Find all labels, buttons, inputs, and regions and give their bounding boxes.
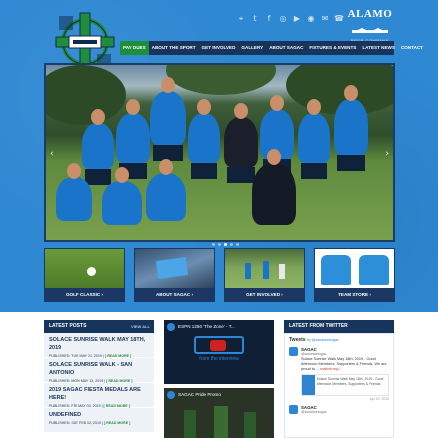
post-title[interactable]: SOLACE SUNRISE WALK MAY 18TH, 2019 xyxy=(49,336,149,352)
sponsor-building-icon xyxy=(352,28,388,33)
latest-posts-title: LATEST POSTS xyxy=(49,323,87,329)
main-nav: PAY DUES ABOUT THE SPORT GET INVOLVED GA… xyxy=(120,41,423,55)
nav-gallery[interactable]: GALLERY xyxy=(238,41,266,55)
slider-prev-arrow[interactable]: ‹ xyxy=(50,149,54,159)
tile-team-store[interactable]: TEAM STORE › xyxy=(314,248,395,302)
nav-get-involved[interactable]: GET INVOLVED xyxy=(199,41,239,55)
player-figure xyxy=(188,99,220,179)
slider-next-arrow[interactable]: › xyxy=(385,149,389,159)
sponsor-logo[interactable]: ALAMO BEER COMPANY xyxy=(344,8,396,43)
slider-dot[interactable] xyxy=(218,243,221,246)
tweet-date: Apr 20, 2019 xyxy=(369,397,389,401)
tweet-handle: @sanantoniogac xyxy=(301,352,327,356)
twitter-panel: LATEST FROM TWITTER Tweets by @sanantoni… xyxy=(284,320,394,438)
player-figure xyxy=(56,163,92,221)
slider-dot[interactable] xyxy=(230,243,233,246)
nav-fixtures-events[interactable]: FIXTURES & EVENTS xyxy=(306,41,359,55)
latest-posts-header: LATEST POSTS VIEW ALL xyxy=(44,320,154,333)
video-title[interactable]: SAGAC Pride Promo xyxy=(164,388,274,401)
video-embed[interactable]: ESPN 1250 'The Zone' - T... from the int… xyxy=(164,320,274,384)
mail-icon[interactable]: ✉ xyxy=(320,14,330,24)
avatar xyxy=(289,405,298,414)
tree-shape xyxy=(166,65,276,95)
map-icon[interactable]: ◉ xyxy=(306,14,316,24)
hero-slider[interactable]: ‹ › xyxy=(44,63,395,242)
post-item[interactable]: SOLACE SUNRISE WALK - SAN ANTONIO PUBLIS… xyxy=(44,358,154,383)
nav-latest-news[interactable]: LATEST NEWS xyxy=(359,41,398,55)
twitter-header: LATEST FROM TWITTER xyxy=(284,320,394,333)
slider-dots xyxy=(212,243,239,246)
tile-label: GET INVOLVED › xyxy=(225,288,304,301)
sponsor-name: ALAMO xyxy=(347,8,393,20)
player-figure xyxy=(150,77,186,161)
player-figure xyxy=(298,99,330,179)
nav-pay-dues[interactable]: PAY DUES xyxy=(120,41,149,55)
tile-image xyxy=(45,249,124,290)
read-more-link[interactable]: [ READ MORE ] xyxy=(106,379,132,383)
tile-image xyxy=(315,249,394,290)
nav-about-the-sport[interactable]: ABOUT THE SPORT xyxy=(149,41,199,55)
latest-posts-panel: LATEST POSTS VIEW ALL SOLACE SUNRISE WAL… xyxy=(44,320,154,433)
player-figure xyxy=(146,159,186,221)
player-figure xyxy=(116,99,150,179)
player-figure xyxy=(334,85,368,171)
read-more-link[interactable]: [ READ MORE ] xyxy=(105,354,131,358)
nav-about-sagac[interactable]: ABOUT SAGAC xyxy=(266,41,306,55)
instagram-icon[interactable]: ◎ xyxy=(278,14,288,24)
tile-get-involved[interactable]: GET INVOLVED › xyxy=(224,248,305,302)
slider-dot-active[interactable] xyxy=(224,243,227,246)
tweet-card-image xyxy=(302,375,315,395)
slider-dot[interactable] xyxy=(236,243,239,246)
facebook-icon[interactable]: f xyxy=(264,14,274,24)
avatar xyxy=(289,347,298,356)
social-links: ⌖ t f ◎ ▶ ◉ ✉ ☎ xyxy=(236,14,344,24)
video-embed[interactable]: SAGAC Pride Promo xyxy=(164,388,274,438)
post-title[interactable]: UNDEFINED xyxy=(49,411,149,419)
tile-golf-classic[interactable]: GOLF CLASSIC › xyxy=(44,248,125,302)
youtube-icon[interactable]: ▶ xyxy=(292,14,302,24)
post-item[interactable]: UNDEFINED PUBLISHED: SAT FEB 02, 2019 | … xyxy=(44,408,154,433)
read-more-link[interactable]: [ READ MORE ] xyxy=(104,404,130,408)
tweet[interactable]: SAGAC @sanantoniogac xyxy=(289,405,389,414)
video-caption: from the interview xyxy=(199,356,239,362)
player-figure xyxy=(224,103,258,183)
tile-label: TEAM STORE › xyxy=(315,288,394,301)
post-title[interactable]: SOLACE SUNRISE WALK - SAN ANTONIO xyxy=(49,361,149,377)
tree-shape xyxy=(46,65,126,125)
phone-icon[interactable]: ☎ xyxy=(334,14,344,24)
post-meta: PUBLISHED: SAT FEB 02, 2019 | [ READ MOR… xyxy=(49,421,131,425)
tweet-text: Solace Sunrise Walk May 18th, 2019 - Goo… xyxy=(301,357,387,371)
slider-dot[interactable] xyxy=(212,243,215,246)
player-figure xyxy=(82,109,114,185)
view-all-link[interactable]: VIEW ALL xyxy=(131,320,150,333)
tweet-card-text: Solace Sunrise Walk May 18th, 2019 - Goo… xyxy=(316,377,384,386)
tweet-link[interactable]: mailchi.mp/... xyxy=(320,367,342,371)
post-item[interactable]: SOLACE SUNRISE WALK MAY 18TH, 2019 PUBLI… xyxy=(44,333,154,358)
tweet[interactable]: SAGAC @sanantoniogac Solace Sunrise Walk… xyxy=(289,347,389,401)
tile-image xyxy=(225,249,304,290)
tile-label: GOLF CLASSIC › xyxy=(45,288,124,301)
tweet-card[interactable]: Solace Sunrise Walk May 18th, 2019 - Goo… xyxy=(301,374,389,396)
player-figure xyxy=(252,149,296,225)
nav-contact[interactable]: CONTACT xyxy=(398,41,426,55)
twitter-feed[interactable]: Tweets by @sanantoniogac SAGAC @sananton… xyxy=(284,333,394,438)
video-title[interactable]: ESPN 1250 'The Zone' - T... xyxy=(164,320,274,333)
location-icon[interactable]: ⌖ xyxy=(236,14,246,24)
tile-about-sagac[interactable]: ABOUT SAGAC › xyxy=(134,248,215,302)
post-item[interactable]: 2019 SAGAC FIESTA MEDALS ARE HERE! PUBLI… xyxy=(44,383,154,408)
post-title[interactable]: 2019 SAGAC FIESTA MEDALS ARE HERE! xyxy=(49,386,149,402)
read-more-link[interactable]: [ READ MORE ] xyxy=(104,421,130,425)
tweets-heading: Tweets by @sanantoniogac xyxy=(289,337,339,343)
tweet-handle: @sanantoniogac xyxy=(301,410,327,414)
tile-label: ABOUT SAGAC › xyxy=(135,288,214,301)
player-figure xyxy=(102,167,142,225)
play-button-icon[interactable] xyxy=(210,340,226,351)
twitter-icon[interactable]: t xyxy=(250,14,260,24)
tile-image xyxy=(135,249,214,290)
